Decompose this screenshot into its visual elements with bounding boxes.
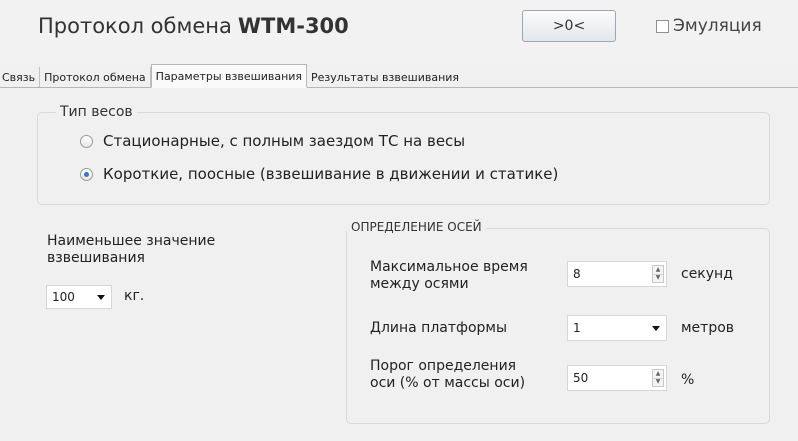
tab-exchange-protocol[interactable]: Протокол обмена (40, 67, 151, 87)
scale-type-title: Тип весов (56, 104, 137, 120)
max-time-label-line1: Максимальное время (370, 259, 528, 275)
platform-length-unit: метров (681, 320, 735, 336)
min-weight-label: Наименьшее значение взвешивания (47, 233, 327, 267)
tab-bar: Связь Протокол обмена Параметры взвешива… (0, 64, 798, 88)
max-time-spinner[interactable]: 8 ▲ ▼ (567, 261, 667, 287)
min-weight-label-line2: взвешивания (47, 250, 145, 266)
chevron-down-icon[interactable] (97, 295, 105, 300)
threshold-label: Порог определения оси (% от массы оси) (370, 358, 560, 392)
tab-connection[interactable]: Связь (0, 67, 41, 87)
axis-detection-title: ОПРЕДЕЛЕНИЕ ОСЕЙ (347, 220, 486, 234)
device-model: WTM-300 (237, 14, 349, 38)
max-time-value: 8 (573, 267, 581, 281)
spin-down-icon[interactable]: ▼ (653, 377, 663, 387)
tab-weighing-results[interactable]: Результаты взвешивания (307, 67, 463, 87)
spin-down-icon[interactable]: ▼ (653, 273, 663, 283)
threshold-unit: % (681, 372, 695, 388)
min-weight-label-line1: Наименьшее значение (47, 233, 216, 249)
spinner-buttons[interactable]: ▲ ▼ (652, 265, 664, 283)
emulation-label: Эмуляция (673, 16, 762, 36)
page-title-text: Протокол обмена (38, 14, 232, 38)
max-time-label: Максимальное время между осями (370, 259, 560, 293)
radio-button-checked-icon[interactable] (80, 167, 93, 181)
spin-up-icon[interactable]: ▲ (653, 266, 663, 274)
page-title: Протокол обмена WTM-300 (38, 14, 349, 38)
title-bar: Протокол обмена WTM-300 >0< Эмуляция (0, 0, 798, 64)
tab-weighing-parameters[interactable]: Параметры взвешивания (150, 64, 308, 88)
spin-up-icon[interactable]: ▲ (653, 370, 663, 378)
threshold-value: 50 (573, 371, 589, 385)
chevron-down-icon[interactable] (652, 326, 660, 331)
radio-axle[interactable]: Короткие, поосные (взвешивание в движени… (80, 165, 558, 183)
radio-axle-label: Короткие, поосные (взвешивание в движени… (103, 165, 559, 183)
platform-length-label: Длина платформы (370, 320, 508, 336)
threshold-label-line2: оси (% от массы оси) (370, 375, 526, 391)
emulation-checkbox[interactable]: Эмуляция (656, 16, 762, 36)
radio-stationary[interactable]: Стационарные, с полным заездом ТС на вес… (80, 132, 465, 150)
checkbox-icon[interactable] (656, 19, 669, 33)
max-time-unit: секунд (681, 266, 733, 282)
spinner-buttons[interactable]: ▲ ▼ (652, 369, 664, 387)
threshold-label-line1: Порог определения (370, 358, 517, 374)
scale-type-group: Тип весов (37, 104, 770, 205)
platform-length-value: 1 (573, 321, 581, 335)
radio-stationary-label: Стационарные, с полным заездом ТС на вес… (103, 132, 466, 150)
threshold-spinner[interactable]: 50 ▲ ▼ (567, 365, 667, 391)
min-weight-unit: кг. (124, 288, 145, 304)
min-weight-select[interactable]: 100 (46, 285, 112, 309)
weighing-parameters-panel: Тип весов Стационарные, с полным заездом… (0, 88, 798, 441)
platform-length-select[interactable]: 1 (567, 315, 667, 341)
max-time-label-line2: между осями (370, 276, 469, 292)
radio-button-icon[interactable] (80, 134, 93, 148)
zero-button[interactable]: >0< (522, 10, 616, 42)
min-weight-value: 100 (52, 290, 75, 304)
